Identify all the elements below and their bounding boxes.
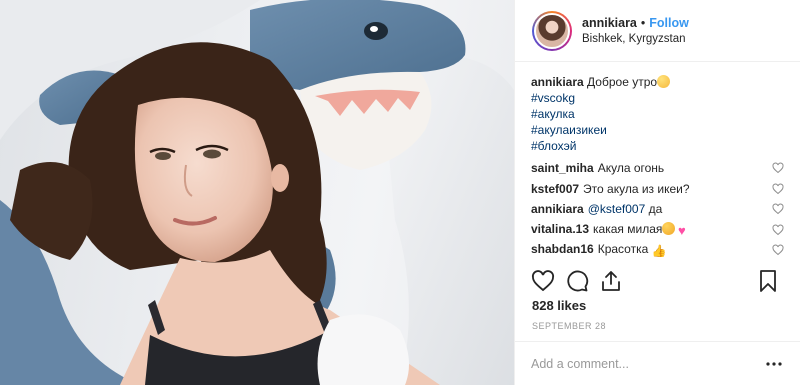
comment-mention[interactable]: @kstef007: [588, 202, 646, 216]
likes-count[interactable]: 828 likes: [532, 298, 586, 313]
comment-like-heart-icon[interactable]: [772, 224, 784, 236]
heart-eyes-emoji: [662, 222, 676, 236]
caption: annikiara Доброе утро: [531, 74, 784, 90]
comment-like-heart-icon[interactable]: [772, 162, 784, 174]
comment-row: saint_miha Акула огонь: [531, 158, 784, 179]
comments-section: annikiara Доброе утро #vscokg #акулка #а…: [515, 62, 800, 257]
hashtag-link[interactable]: #акулаизикеи: [531, 122, 784, 138]
comment-body: какая милая: [593, 222, 663, 237]
comment-like-heart-icon[interactable]: [772, 203, 784, 215]
comment-text: shabdan16 Красотка 👍: [531, 242, 667, 257]
comment-username[interactable]: saint_miha: [531, 161, 594, 175]
caption-text: Доброе утро: [587, 75, 658, 89]
post-date: SEPTEMBER 28: [532, 321, 607, 331]
hashtag-link[interactable]: #акулка: [531, 106, 784, 122]
more-options-icon[interactable]: [764, 359, 784, 369]
post-side-panel: annikiara • Follow Bishkek, Kyrgyzstan a…: [514, 0, 800, 385]
comment-row: kstef007 Это акула из икеи?: [531, 179, 784, 200]
comment-text: saint_miha Акула огонь: [531, 161, 664, 175]
avatar[interactable]: [532, 10, 572, 51]
comment-row: shabdan16 Красотка 👍: [531, 240, 784, 257]
comment-body: Красотка: [597, 242, 649, 257]
comment-username[interactable]: annikiara: [531, 202, 584, 216]
post-photo[interactable]: [0, 0, 514, 385]
heart-emoji: ♥: [678, 223, 686, 239]
comment-body: Акула огонь: [597, 161, 665, 176]
share-icon[interactable]: [599, 269, 623, 293]
smile-emoji: [657, 75, 671, 88]
header-info: annikiara • Follow Bishkek, Kyrgyzstan: [582, 16, 689, 45]
comment-like-heart-icon[interactable]: [772, 244, 784, 256]
comment-username[interactable]: kstef007: [531, 182, 579, 196]
add-comment-bar: Add a comment...: [515, 341, 800, 385]
location-link[interactable]: Bishkek, Kyrgyzstan: [582, 33, 689, 45]
heart-icon[interactable]: [531, 269, 555, 293]
header-username[interactable]: annikiara: [582, 16, 637, 30]
comment-icon[interactable]: [565, 269, 589, 293]
comment-body: Это акула из икеи?: [583, 181, 690, 196]
thumbs-up-emoji: 👍: [651, 244, 667, 257]
bookmark-icon[interactable]: [756, 269, 780, 293]
comment-text: vitalina.13 какая милая ♥: [531, 222, 688, 237]
comment-body: да: [648, 202, 663, 217]
header-line: annikiara • Follow: [582, 16, 689, 30]
header-separator: •: [640, 16, 646, 30]
comment-row: vitalina.13 какая милая ♥: [531, 220, 784, 241]
post-header: annikiara • Follow Bishkek, Kyrgyzstan: [515, 0, 800, 62]
comment-text: annikiara @kstef007 да: [531, 202, 662, 216]
photo-illustration: [0, 0, 514, 385]
hashtag-link[interactable]: #блохэй: [531, 138, 784, 154]
comment-text: kstef007 Это акула из икеи?: [531, 182, 690, 196]
follow-button[interactable]: Follow: [649, 16, 689, 30]
avatar-image: [534, 12, 570, 49]
hashtag-link[interactable]: #vscokg: [531, 90, 784, 106]
instagram-post: annikiara • Follow Bishkek, Kyrgyzstan a…: [0, 0, 800, 385]
caption-username[interactable]: annikiara: [531, 75, 584, 89]
comment-like-heart-icon[interactable]: [772, 183, 784, 195]
comment-username[interactable]: shabdan16: [531, 242, 594, 256]
comment-row: annikiara @kstef007 да: [531, 199, 784, 220]
comment-username[interactable]: vitalina.13: [531, 222, 589, 236]
add-comment-input[interactable]: Add a comment...: [531, 357, 764, 371]
action-bar: [531, 268, 784, 294]
